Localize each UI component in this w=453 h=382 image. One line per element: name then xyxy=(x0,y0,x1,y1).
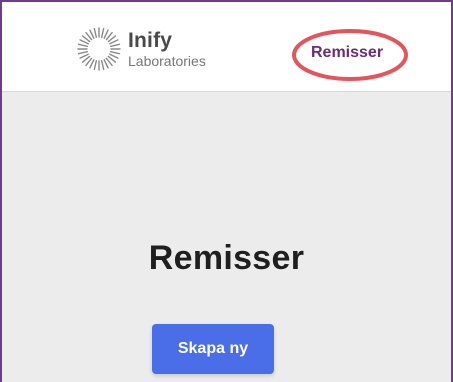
top-header: Inify Laboratories Remisser xyxy=(2,2,451,92)
logo-ray xyxy=(79,39,89,45)
nav-link-remisser[interactable]: Remisser xyxy=(311,44,383,62)
logo-ray xyxy=(109,39,119,45)
logo-ray xyxy=(103,29,109,39)
logo-ray xyxy=(100,60,105,71)
page-title: Remisser xyxy=(148,238,305,277)
logo-ray xyxy=(93,27,98,39)
logo-ray xyxy=(89,59,95,69)
logo-ray xyxy=(100,27,105,39)
logo-ray xyxy=(110,50,121,55)
create-new-button[interactable]: Skapa ny xyxy=(152,324,274,374)
sunburst-ring-icon xyxy=(77,27,121,71)
logo-ray xyxy=(79,53,89,59)
logo-ray xyxy=(77,43,89,48)
logo-ray xyxy=(110,43,121,48)
app-window: Inify Laboratories Remisser Remisser Ska… xyxy=(0,0,453,382)
brand-subtitle: Laboratories xyxy=(128,53,206,69)
logo-ray xyxy=(93,60,98,71)
logo-ray xyxy=(77,50,89,55)
logo-ray xyxy=(103,59,109,69)
brand-name: Inify xyxy=(128,29,173,52)
brand-text: Inify Laboratories xyxy=(128,30,206,68)
logo-ray xyxy=(109,53,119,59)
logo-ray xyxy=(89,29,95,39)
brand-logo[interactable]: Inify Laboratories xyxy=(76,27,206,71)
